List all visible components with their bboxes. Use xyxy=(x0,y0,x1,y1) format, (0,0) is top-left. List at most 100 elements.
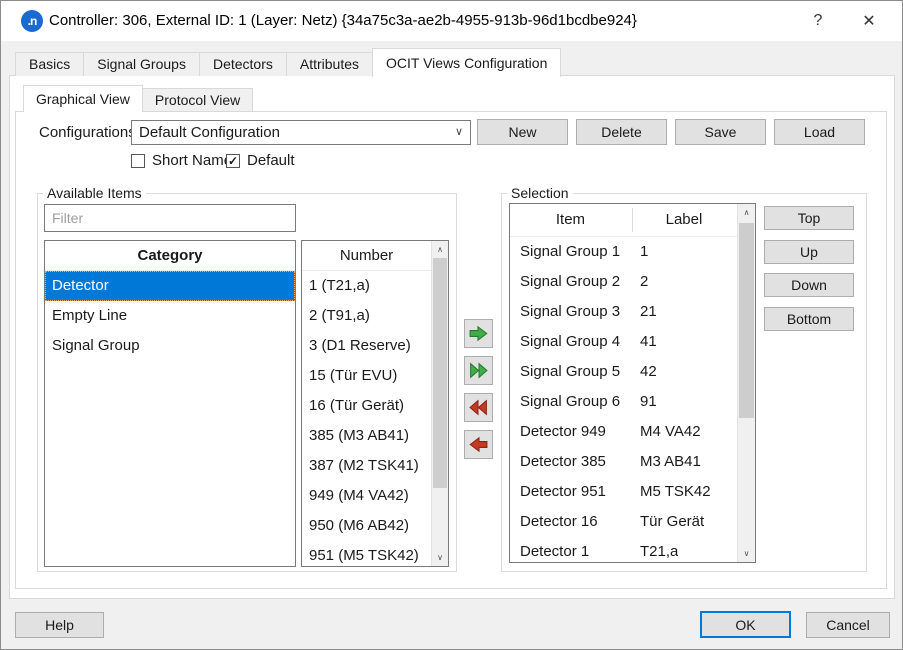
delete-button[interactable]: Delete xyxy=(576,119,667,145)
number-list-item[interactable]: 1 (T21,a) xyxy=(302,271,431,301)
tab-basics[interactable]: Basics xyxy=(15,52,85,76)
tab-signal-groups[interactable]: Signal Groups xyxy=(83,52,200,76)
category-list-item[interactable]: Signal Group xyxy=(45,331,295,361)
tab-detectors[interactable]: Detectors xyxy=(198,52,287,76)
default-checkbox[interactable]: ✓ xyxy=(226,154,240,168)
left-arrow-icon xyxy=(469,436,488,453)
remove-all-button[interactable] xyxy=(464,393,493,422)
selection-item-cell: Detector 16 xyxy=(520,513,598,530)
selection-label-cell: 91 xyxy=(640,393,657,410)
selection-label-cell: 41 xyxy=(640,333,657,350)
ok-button[interactable]: OK xyxy=(700,611,791,638)
selection-scrollbar[interactable]: ∧ ∨ xyxy=(737,204,755,562)
move-right-button[interactable] xyxy=(464,319,493,348)
cancel-button[interactable]: Cancel xyxy=(806,612,890,638)
number-list-item[interactable]: 950 (M6 AB42) xyxy=(302,511,431,541)
selection-label-cell: 21 xyxy=(640,303,657,320)
down-button[interactable]: Down xyxy=(764,273,854,297)
number-rows: 1 (T21,a) 2 (T91,a) 3 (D1 Reserve) 15 (T… xyxy=(302,271,431,566)
help-button[interactable]: Help xyxy=(15,612,104,638)
label-column-header[interactable]: Label xyxy=(631,204,737,236)
configuration-selected-value: Default Configuration xyxy=(139,124,280,141)
number-list-item[interactable]: 2 (T91,a) xyxy=(302,301,431,331)
selection-table-row[interactable]: Detector 16 Tür Gerät xyxy=(510,507,737,537)
configurations-label: Configurations: xyxy=(39,124,140,141)
dialog-window: .n Controller: 306, External ID: 1 (Laye… xyxy=(0,0,903,650)
number-list-item[interactable]: 949 (M4 VA42) xyxy=(302,481,431,511)
selection-item-cell: Detector 1 xyxy=(520,543,590,560)
selection-table-row[interactable]: Signal Group 6 91 xyxy=(510,387,737,417)
selection-table[interactable]: Item Label Signal Group 1 1 Signal Group… xyxy=(509,203,756,563)
number-column-header[interactable]: ∨ Number xyxy=(302,241,431,271)
selection-item-cell: Signal Group 2 xyxy=(520,273,621,290)
number-list-item[interactable]: 15 (Tür EVU) xyxy=(302,361,431,391)
sort-ascending-icon: ∨ xyxy=(363,240,370,241)
number-list-item[interactable]: 951 (M5 TSK42) xyxy=(302,541,431,566)
scroll-up-icon[interactable]: ∧ xyxy=(432,241,448,258)
selection-table-row[interactable]: Detector 951 M5 TSK42 xyxy=(510,477,737,507)
double-left-arrow-icon xyxy=(469,399,487,416)
selection-table-row[interactable]: Signal Group 4 41 xyxy=(510,327,737,357)
bottom-button[interactable]: Bottom xyxy=(764,307,854,331)
number-scrollbar-thumb[interactable] xyxy=(433,258,447,488)
number-list-item[interactable]: 3 (D1 Reserve) xyxy=(302,331,431,361)
help-caption-button[interactable]: ? xyxy=(798,1,838,41)
close-icon[interactable]: ✕ xyxy=(849,1,889,41)
selection-label-cell: Tür Gerät xyxy=(640,513,705,530)
selection-table-row[interactable]: Signal Group 2 2 xyxy=(510,267,737,297)
number-list-scrollbar[interactable]: ∧ ∨ xyxy=(431,241,448,566)
selection-table-header: Item Label xyxy=(510,204,737,237)
selection-table-row[interactable]: Signal Group 5 42 xyxy=(510,357,737,387)
selection-item-cell: Signal Group 4 xyxy=(520,333,621,350)
selection-table-row[interactable]: Detector 1 T21,a xyxy=(510,537,737,562)
scroll-down-icon[interactable]: ∨ xyxy=(432,549,448,566)
tab-graphical-view[interactable]: Graphical View xyxy=(23,85,143,112)
save-button[interactable]: Save xyxy=(675,119,766,145)
item-column-header[interactable]: Item xyxy=(510,204,631,236)
selection-group-title: Selection xyxy=(507,185,573,201)
tab-ocit-views-configuration[interactable]: OCIT Views Configuration xyxy=(372,48,562,77)
category-list-item[interactable]: Empty Line xyxy=(45,301,295,331)
double-right-arrow-icon xyxy=(470,362,488,379)
category-list-item[interactable]: Detector xyxy=(45,271,295,301)
selection-table-row[interactable]: Signal Group 3 21 xyxy=(510,297,737,327)
up-button[interactable]: Up xyxy=(764,240,854,264)
scroll-up-icon[interactable]: ∧ xyxy=(738,204,755,221)
load-button[interactable]: Load xyxy=(774,119,865,145)
category-rows: Detector Empty Line Signal Group xyxy=(45,271,295,361)
selection-item-cell: Signal Group 3 xyxy=(520,303,621,320)
selection-table-row[interactable]: Detector 949 M4 VA42 xyxy=(510,417,737,447)
available-items-group-title: Available Items xyxy=(43,185,146,201)
new-button[interactable]: New xyxy=(477,119,568,145)
window-title: Controller: 306, External ID: 1 (Layer: … xyxy=(49,12,637,29)
number-list-item[interactable]: 387 (M2 TSK41) xyxy=(302,451,431,481)
scroll-down-icon[interactable]: ∨ xyxy=(738,545,755,562)
selection-label-cell: M5 TSK42 xyxy=(640,483,711,500)
filter-input[interactable] xyxy=(44,204,296,232)
move-all-right-button[interactable] xyxy=(464,356,493,385)
short-name-checkbox-label: Short Name xyxy=(152,152,233,169)
category-column-header[interactable]: Category xyxy=(45,241,295,271)
selection-label-cell: 1 xyxy=(640,243,649,260)
column-divider xyxy=(632,208,633,232)
selection-table-row[interactable]: Signal Group 1 1 xyxy=(510,237,737,267)
default-checkbox-label: Default xyxy=(247,152,295,169)
selection-scrollbar-thumb[interactable] xyxy=(739,223,754,418)
number-list[interactable]: ∨ Number 1 (T21,a) 2 (T91,a) 3 (D1 Reser… xyxy=(301,240,449,567)
top-button[interactable]: Top xyxy=(764,206,854,230)
number-list-item[interactable]: 16 (Tür Gerät) xyxy=(302,391,431,421)
app-icon: .n xyxy=(21,10,43,32)
selection-label-cell: T21,a xyxy=(640,543,679,560)
selection-table-row[interactable]: Detector 385 M3 AB41 xyxy=(510,447,737,477)
category-list[interactable]: Category Detector Empty Line Signal Grou… xyxy=(44,240,296,567)
configuration-select[interactable]: Default Configuration ∨ xyxy=(131,120,471,145)
number-list-item[interactable]: 385 (M3 AB41) xyxy=(302,421,431,451)
short-name-checkbox[interactable] xyxy=(131,154,145,168)
remove-button[interactable] xyxy=(464,430,493,459)
selection-item-cell: Detector 951 xyxy=(520,483,606,500)
selection-item-cell: Detector 385 xyxy=(520,453,606,470)
selection-label-cell: M3 AB41 xyxy=(640,453,701,470)
tab-protocol-view[interactable]: Protocol View xyxy=(141,88,254,111)
right-arrow-icon xyxy=(469,325,488,342)
tab-attributes[interactable]: Attributes xyxy=(285,52,374,76)
